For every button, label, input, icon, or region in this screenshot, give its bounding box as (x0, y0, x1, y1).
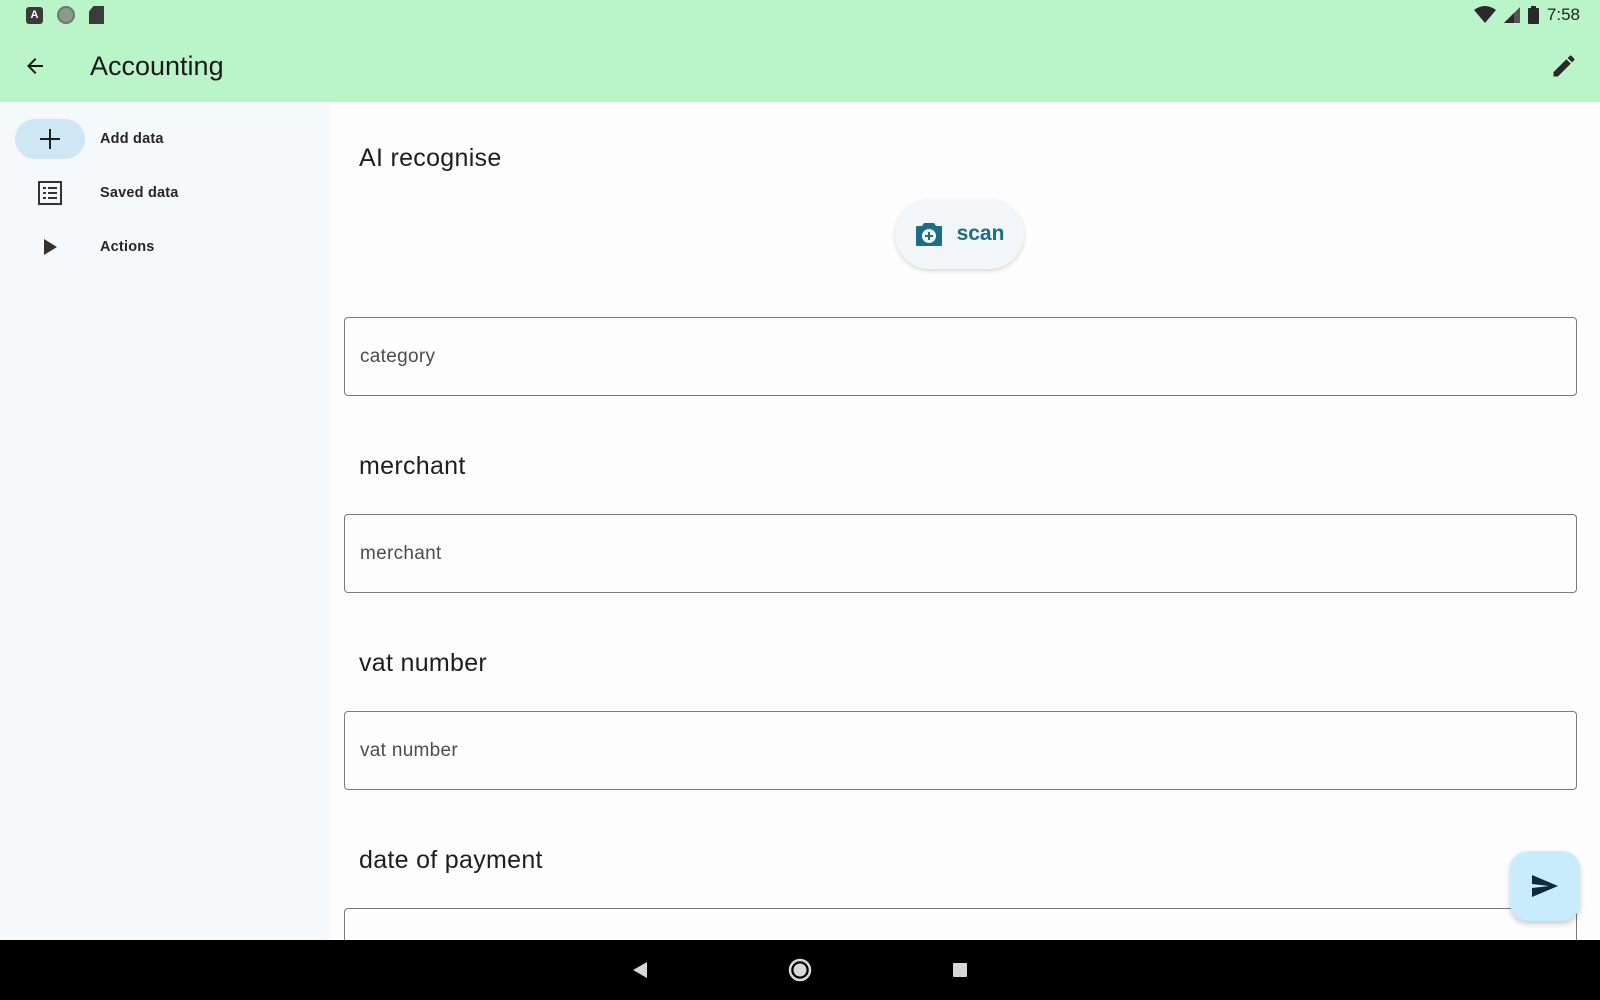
system-home-button[interactable] (720, 940, 880, 1000)
edit-button[interactable] (1536, 38, 1592, 94)
rail-icon-container (15, 119, 85, 159)
status-right: 7:58 (1473, 5, 1580, 25)
sd-card-icon (89, 6, 104, 24)
rail-item-saved-data[interactable]: Saved data (15, 173, 315, 213)
status-left-icons: A (26, 6, 104, 24)
nav-rail: Add data Saved data Actions (0, 102, 330, 940)
system-nav-bar (0, 940, 1600, 1000)
home-circle-icon (788, 958, 812, 982)
scan-button-label: scan (956, 222, 1005, 245)
main-content: AI recognise scan merchant vat number da… (330, 102, 1600, 948)
category-field[interactable] (344, 317, 1577, 396)
rail-item-actions[interactable]: Actions (15, 227, 315, 267)
category-input[interactable] (345, 318, 1576, 395)
play-icon (44, 239, 57, 255)
merchant-label: merchant (359, 452, 466, 480)
send-button[interactable] (1510, 851, 1580, 921)
rail-icon-container (15, 173, 85, 213)
back-triangle-icon (633, 962, 647, 978)
back-button[interactable] (7, 38, 63, 94)
scan-button[interactable]: scan (895, 199, 1024, 269)
merchant-field[interactable] (344, 514, 1577, 593)
system-back-button[interactable] (560, 940, 720, 1000)
arrow-back-icon (27, 58, 43, 74)
rail-item-add-data[interactable]: Add data (15, 119, 315, 159)
date-of-payment-label: date of payment (359, 846, 543, 874)
vat-number-field[interactable] (344, 711, 1577, 790)
wifi-icon (1473, 6, 1496, 23)
vat-number-input[interactable] (345, 712, 1576, 789)
camera-plus-icon (915, 223, 942, 246)
a-icon: A (26, 6, 43, 24)
ai-section-title: AI recognise (359, 144, 502, 172)
status-bar: A 7:58 (0, 0, 1600, 30)
signal-icon (1503, 7, 1520, 23)
rail-icon-container (15, 227, 85, 267)
rail-item-label: Actions (100, 239, 155, 255)
circle-icon (57, 6, 75, 24)
recents-square-icon (953, 963, 967, 977)
app-bar: Accounting (0, 30, 1600, 102)
vat-number-label: vat number (359, 649, 488, 677)
plus-icon (40, 129, 60, 149)
system-recents-button[interactable] (880, 940, 1040, 1000)
rail-item-label: Add data (100, 131, 164, 147)
list-icon (38, 181, 62, 205)
rail-item-label: Saved data (100, 185, 179, 201)
status-time: 7:58 (1546, 5, 1580, 24)
pencil-icon (1553, 55, 1575, 77)
send-icon (1532, 875, 1558, 897)
battery-icon (1527, 6, 1539, 24)
page-title: Accounting (90, 50, 224, 81)
merchant-input[interactable] (345, 515, 1576, 592)
